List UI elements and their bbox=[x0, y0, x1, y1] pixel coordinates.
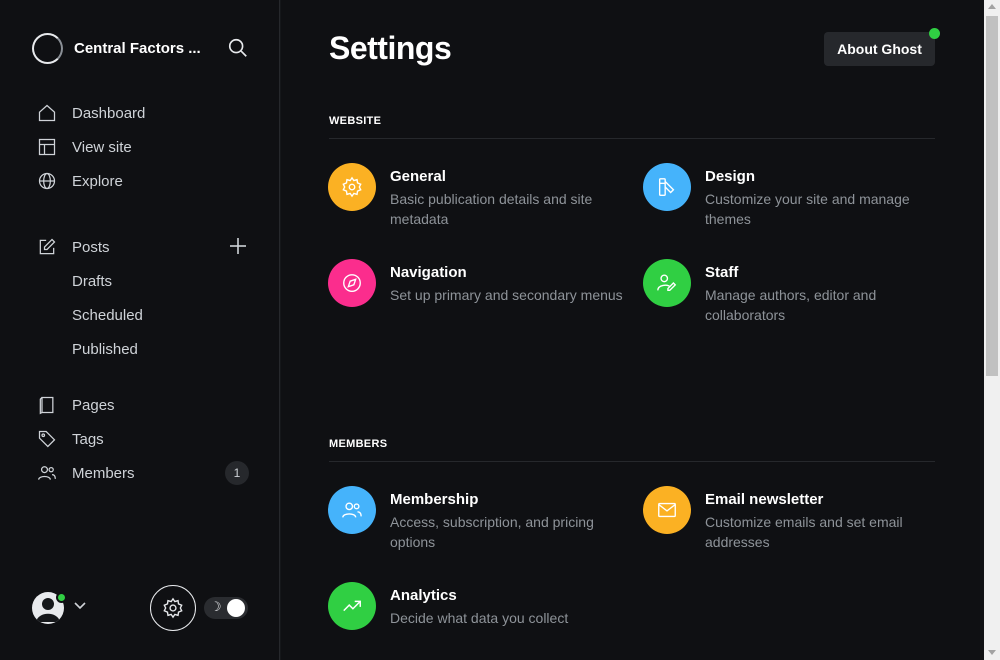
page-title: Settings bbox=[329, 30, 452, 66]
nav-item-tags[interactable]: Tags bbox=[36, 426, 252, 452]
brand[interactable]: Central Factors ... bbox=[32, 32, 252, 64]
card-title: General bbox=[390, 168, 446, 185]
globe-icon bbox=[36, 170, 58, 192]
card-title: Navigation bbox=[390, 264, 467, 281]
gear-icon bbox=[328, 163, 376, 211]
nav-item-label: Members bbox=[72, 464, 135, 482]
settings-card-analytics[interactable]: Analytics Decide what data you collect bbox=[328, 582, 628, 654]
add-post-icon[interactable] bbox=[228, 236, 248, 256]
members-icon bbox=[36, 462, 58, 484]
settings-card-email-newsletter[interactable]: Email newsletter Customize emails and se… bbox=[643, 486, 943, 558]
trending-icon bbox=[328, 582, 376, 630]
card-description: Decide what data you collect bbox=[390, 610, 569, 626]
settings-card-design[interactable]: Design Customize your site and manage th… bbox=[643, 163, 943, 235]
layout-icon bbox=[36, 136, 58, 158]
nav-item-published[interactable]: Published bbox=[72, 341, 138, 358]
nav-item-pages[interactable]: Pages bbox=[36, 392, 252, 418]
edit-icon bbox=[36, 236, 58, 258]
theme-toggle[interactable]: ☽ bbox=[204, 597, 248, 619]
card-description: Customize your site and manage themes bbox=[705, 191, 910, 227]
mail-icon bbox=[643, 486, 691, 534]
tag-icon bbox=[36, 428, 58, 450]
card-title: Membership bbox=[390, 491, 479, 508]
card-description: Set up primary and secondary menus bbox=[390, 287, 623, 303]
site-logo-icon bbox=[32, 32, 63, 64]
online-status-dot bbox=[56, 592, 67, 603]
scroll-down-arrow-icon[interactable] bbox=[988, 650, 996, 655]
gear-icon bbox=[163, 597, 183, 619]
scrollbar[interactable] bbox=[984, 0, 1000, 660]
settings-card-general[interactable]: General Basic publication details and si… bbox=[328, 163, 628, 235]
settings-button[interactable] bbox=[150, 585, 196, 631]
card-title: Analytics bbox=[390, 587, 457, 604]
card-description: Access, subscription, and pricing option… bbox=[390, 514, 594, 550]
sidebar: Central Factors ... Dashboard View site … bbox=[0, 0, 280, 660]
section-heading-website: WEBSITE bbox=[329, 115, 382, 127]
scrollbar-thumb[interactable] bbox=[986, 16, 998, 376]
settings-card-membership[interactable]: Membership Access, subscription, and pri… bbox=[328, 486, 628, 558]
site-name: Central Factors ... bbox=[74, 39, 201, 57]
nav-item-label: Explore bbox=[72, 172, 123, 190]
card-title: Design bbox=[705, 168, 756, 185]
card-description: Manage authors, editor and collaborators bbox=[705, 287, 877, 323]
nav-item-members[interactable]: Members bbox=[36, 460, 252, 486]
members-count-badge: 1 bbox=[225, 461, 249, 485]
nav-item-explore[interactable]: Explore bbox=[36, 168, 252, 194]
about-ghost-button[interactable]: About Ghost bbox=[824, 32, 935, 66]
card-title: Staff bbox=[705, 264, 739, 281]
card-description: Customize emails and set email addresses bbox=[705, 514, 903, 550]
toggle-knob bbox=[227, 599, 245, 617]
members-icon bbox=[328, 486, 376, 534]
nav-item-dashboard[interactable]: Dashboard bbox=[36, 100, 252, 126]
nav-item-scheduled[interactable]: Scheduled bbox=[72, 307, 143, 324]
brush-icon bbox=[643, 163, 691, 211]
search-icon[interactable] bbox=[227, 37, 249, 59]
card-description: Basic publication details and site metad… bbox=[390, 191, 593, 227]
nav-item-label: Tags bbox=[72, 430, 104, 448]
nav-item-view-site[interactable]: View site bbox=[36, 134, 252, 160]
nav-item-label: View site bbox=[72, 138, 132, 156]
staff-icon bbox=[643, 259, 691, 307]
settings-card-staff[interactable]: Staff Manage authors, editor and collabo… bbox=[643, 259, 943, 331]
update-indicator-dot bbox=[929, 28, 940, 39]
nav-item-label: Dashboard bbox=[72, 104, 146, 122]
card-title: Email newsletter bbox=[705, 491, 824, 508]
section-heading-members: MEMBERS bbox=[329, 438, 388, 450]
nav-item-posts[interactable]: Posts bbox=[36, 234, 252, 260]
nav-item-drafts[interactable]: Drafts bbox=[72, 273, 112, 290]
book-icon bbox=[36, 394, 58, 416]
moon-icon: ☽ bbox=[210, 599, 222, 614]
compass-icon bbox=[328, 259, 376, 307]
nav-item-label: Pages bbox=[72, 396, 115, 414]
section-divider bbox=[329, 461, 935, 462]
home-icon bbox=[36, 102, 58, 124]
chevron-down-icon[interactable] bbox=[73, 601, 87, 611]
section-divider bbox=[329, 138, 935, 139]
scroll-up-arrow-icon[interactable] bbox=[988, 4, 996, 9]
settings-card-navigation[interactable]: Navigation Set up primary and secondary … bbox=[328, 259, 628, 331]
main-content: Settings About Ghost WEBSITE General Bas… bbox=[281, 0, 984, 660]
nav-item-label: Posts bbox=[72, 238, 110, 256]
